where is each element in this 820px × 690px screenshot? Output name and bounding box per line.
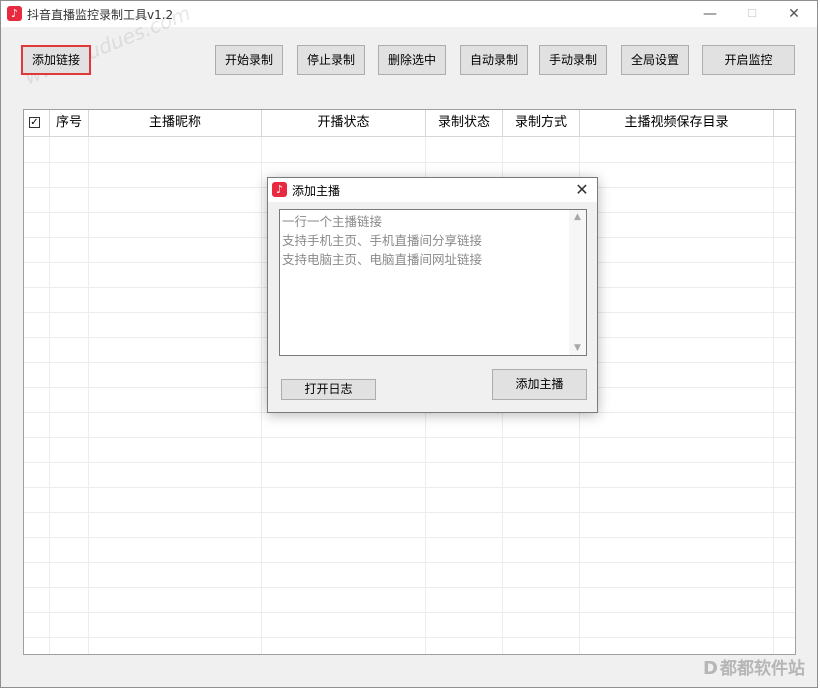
col-header-nickname[interactable]: 主播昵称 bbox=[89, 110, 262, 136]
col-header-record-mode[interactable]: 录制方式 bbox=[503, 110, 580, 136]
streamer-links-textarea[interactable]: 一行一个主播链接 支持手机主页、手机直播间分享链接 支持电脑主页、电脑直播间网址… bbox=[279, 209, 587, 356]
title-bar: ♪ 抖音直播监控录制工具v1.2 — ☐ ✕ bbox=[1, 1, 817, 27]
add-streamer-button[interactable]: 添加主播 bbox=[492, 369, 587, 400]
col-header-record-status[interactable]: 录制状态 bbox=[426, 110, 503, 136]
textarea-scrollbar[interactable]: ▲ ▼ bbox=[569, 210, 586, 355]
dialog-close-button[interactable]: ✕ bbox=[567, 178, 597, 202]
maximize-button[interactable]: ☐ bbox=[729, 1, 775, 27]
textarea-placeholder: 一行一个主播链接 支持手机主页、手机直播间分享链接 支持电脑主页、电脑直播间网址… bbox=[282, 212, 482, 269]
dialog-title: 添加主播 bbox=[292, 184, 341, 198]
delete-selected-button[interactable]: 删除选中 bbox=[378, 45, 446, 75]
add-streamer-dialog: ♪ 添加主播 ✕ 一行一个主播链接 支持手机主页、手机直播间分享链接 支持电脑主… bbox=[267, 177, 598, 413]
corner-watermark: D 都都软件站 bbox=[703, 654, 805, 679]
auto-record-button[interactable]: 自动录制 bbox=[460, 45, 528, 75]
douyin-logo-icon: ♪ bbox=[7, 6, 22, 21]
minimize-button[interactable]: — bbox=[687, 1, 733, 27]
scroll-up-icon[interactable]: ▲ bbox=[569, 212, 586, 222]
open-log-button[interactable]: 打开日志 bbox=[281, 379, 376, 400]
douyin-logo-icon: ♪ bbox=[272, 182, 287, 197]
site-logo-icon: D bbox=[703, 658, 718, 679]
placeholder-line: 一行一个主播链接 bbox=[282, 214, 383, 229]
col-header-live-status[interactable]: 开播状态 bbox=[262, 110, 426, 136]
start-record-button[interactable]: 开始录制 bbox=[215, 45, 283, 75]
col-header-index[interactable]: 序号 bbox=[50, 110, 89, 136]
manual-record-button[interactable]: 手动录制 bbox=[539, 45, 607, 75]
col-header-save-directory[interactable]: 主播视频保存目录 bbox=[580, 110, 774, 136]
table-header: ✓ 序号 主播昵称 开播状态 录制状态 录制方式 主播视频保存目录 bbox=[24, 110, 795, 137]
scroll-down-icon[interactable]: ▼ bbox=[569, 343, 586, 353]
start-monitor-button[interactable]: 开启监控 bbox=[702, 45, 795, 75]
close-button[interactable]: ✕ bbox=[771, 1, 817, 27]
stop-record-button[interactable]: 停止录制 bbox=[297, 45, 365, 75]
add-link-button[interactable]: 添加链接 bbox=[21, 45, 91, 75]
global-settings-button[interactable]: 全局设置 bbox=[621, 45, 689, 75]
select-all-cell[interactable]: ✓ bbox=[24, 110, 50, 136]
corner-watermark-text: 都都软件站 bbox=[720, 659, 805, 679]
select-all-checkbox[interactable]: ✓ bbox=[29, 117, 40, 128]
placeholder-line: 支持电脑主页、电脑直播间网址链接 bbox=[282, 252, 483, 267]
main-window: ♪ 抖音直播监控录制工具v1.2 — ☐ ✕ www.dudues.com 添加… bbox=[0, 0, 818, 688]
dialog-title-bar: ♪ 添加主播 ✕ bbox=[268, 178, 597, 202]
placeholder-line: 支持手机主页、手机直播间分享链接 bbox=[282, 233, 483, 248]
